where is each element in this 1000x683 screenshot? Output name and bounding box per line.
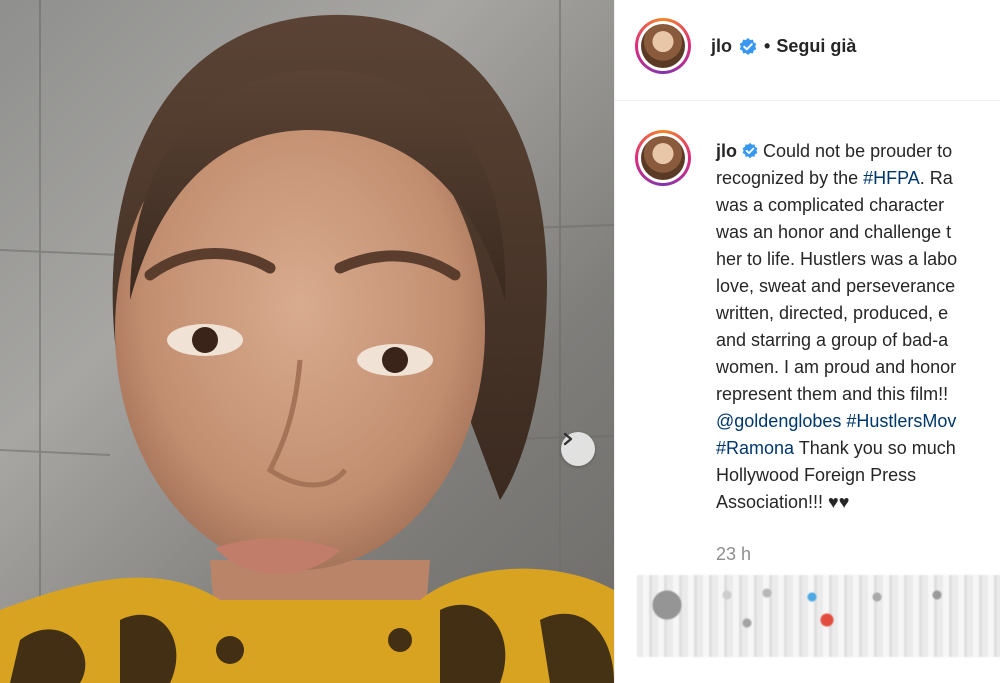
following-button[interactable]: Segui già: [776, 36, 856, 57]
hashtag-link[interactable]: #HFPA: [863, 168, 920, 188]
caption-line: and starring a group of bad-a: [716, 330, 949, 350]
separator-dot: •: [764, 36, 771, 56]
caption-line: was an honor and challenge t: [716, 222, 952, 242]
caption-line: recognized by the #HFPA. Ra: [716, 165, 1000, 192]
header-user-line: jlo • Segui già: [711, 36, 856, 57]
caption-line: represent them and this film!!: [716, 384, 949, 404]
caption-text: recognized by the: [716, 168, 859, 188]
caption-line: was a complicated character: [716, 195, 945, 215]
caption-line: Hollywood Foreign Press: [716, 465, 917, 485]
verified-badge-icon: [742, 142, 758, 159]
caption-line: love, sweat and perseverance: [716, 276, 956, 296]
blurred-comment: [637, 575, 1000, 657]
post-side-panel: jlo • Segui già jlo Could not be prouder …: [614, 0, 1000, 683]
caption-text: Thank you so much: [794, 438, 956, 458]
header-username[interactable]: jlo: [711, 36, 732, 57]
post-caption: jlo Could not be prouder to recognized by…: [716, 138, 1000, 516]
caption-line: her to life. Hustlers was a labo: [716, 249, 958, 269]
verified-badge-icon: [739, 37, 757, 55]
mention-hashtag-line[interactable]: @goldenglobes #HustlersMov: [716, 408, 1000, 435]
post-header: jlo • Segui già: [615, 0, 1000, 101]
avatar[interactable]: [635, 18, 691, 74]
post-media[interactable]: [0, 0, 614, 683]
caption-line: written, directed, produced, e: [716, 303, 949, 323]
chevron-right-icon: [563, 432, 573, 446]
caption-text: . Ra: [919, 168, 953, 188]
caption-line: Association!!! ♥♥: [716, 492, 850, 512]
caption-line: #Ramona Thank you so much: [716, 435, 1000, 462]
hashtag-link[interactable]: #Ramona: [716, 438, 794, 458]
caption-line: jlo Could not be prouder to: [716, 138, 1000, 165]
caption-text: Could not be prouder to: [763, 141, 953, 161]
next-media-button[interactable]: [561, 432, 595, 466]
caption-username[interactable]: jlo: [716, 141, 737, 161]
caption-line: women. I am proud and honor: [716, 357, 957, 377]
caption-avatar[interactable]: [635, 130, 691, 186]
post-timestamp[interactable]: 23 h: [716, 544, 751, 565]
post-photo: [0, 0, 614, 683]
